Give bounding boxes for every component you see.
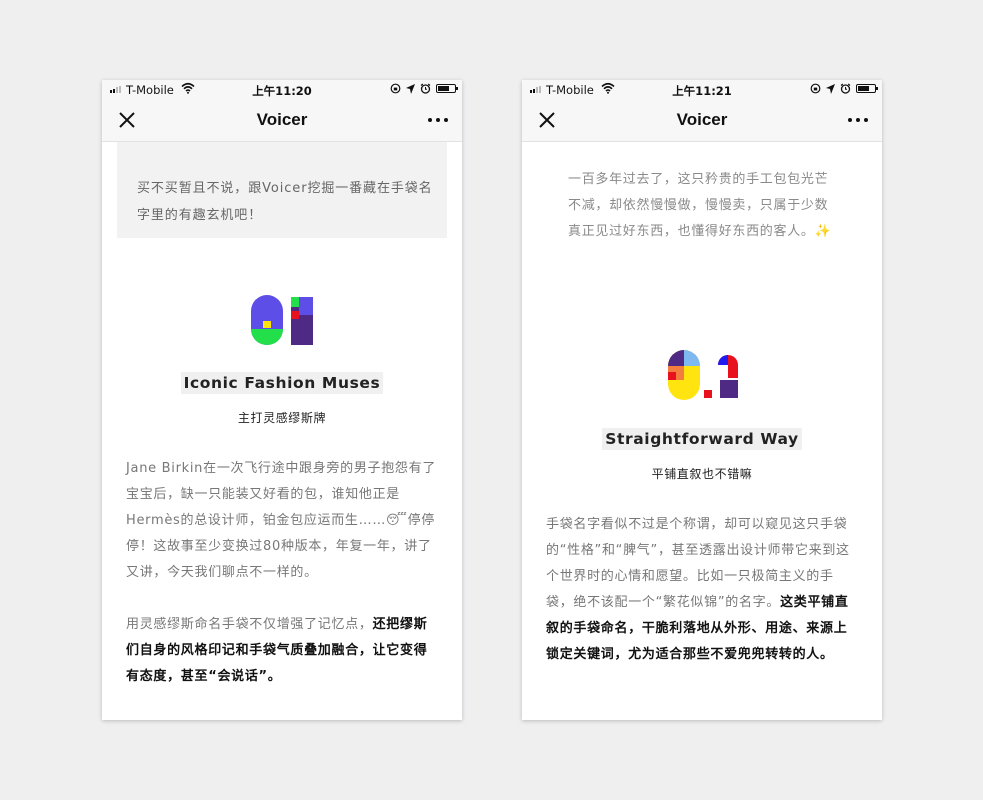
paragraph-1: Jane Birkin在一次飞行途中跟身旁的男子抱怨有了宝宝后，缺一只能装又好看… [126, 461, 437, 580]
location-icon [826, 83, 835, 94]
intro-text: 买不买暂且不说，跟Voicer挖掘一番藏在手袋名字里的有趣玄机吧！ [137, 181, 433, 223]
phone-screen-1: T-Mobile 上午11:20 Voicer 买不买暂且不说，跟Voicer挖… [102, 80, 462, 720]
nav-bar: Voicer [522, 100, 882, 142]
paragraph-1: 手袋名字看似不过是个称谓，却可以窥见这只手袋的“性格”和“脾气”，甚至透露出设计… [546, 512, 860, 668]
alarm-icon [840, 83, 851, 94]
lock-rotation-icon [390, 83, 401, 94]
alarm-icon [420, 83, 431, 94]
battery-icon [436, 84, 458, 93]
location-icon [406, 83, 415, 94]
section-title-en: Iconic Fashion Muses [180, 372, 384, 394]
lock-rotation-icon [810, 83, 821, 94]
battery-icon [856, 84, 878, 93]
article-content: 买不买暂且不说，跟Voicer挖掘一番藏在手袋名字里的有趣玄机吧！ Iconic… [102, 142, 462, 720]
section-title-zh: 主打灵感缪斯牌 [237, 411, 327, 425]
section-title-en: Straightforward Way [602, 428, 802, 450]
article-content: 一百多年过去了，这只矜贵的手工包包光芒不减，却依然慢慢做，慢慢卖，只属于少数真正… [522, 142, 882, 720]
phone-screen-2: T-Mobile 上午11:21 Voicer 一百多年过去了，这只矜贵的手工包… [522, 80, 882, 720]
intro-text: 一百多年过去了，这只矜贵的手工包包光芒不减，却依然慢慢做，慢慢卖，只属于少数真正… [568, 172, 832, 239]
more-icon[interactable] [428, 118, 448, 122]
intro-quote: 买不买暂且不说，跟Voicer挖掘一番藏在手袋名字里的有趣玄机吧！ [117, 142, 447, 238]
paragraph-2: 用灵感缪斯命名手袋不仅增强了记忆点，还把缪斯们自身的风格印记和手袋气质叠加融合，… [126, 612, 440, 690]
section-number-02-graphic [668, 350, 738, 400]
nav-bar: Voicer [102, 100, 462, 142]
nav-title: Voicer [676, 110, 728, 129]
section-number-01-graphic [251, 295, 313, 345]
section-title-zh: 平铺直叙也不错嘛 [651, 467, 753, 481]
nav-title: Voicer [256, 110, 308, 129]
status-bar: T-Mobile 上午11:20 [102, 80, 462, 100]
status-bar: T-Mobile 上午11:21 [522, 80, 882, 100]
more-icon[interactable] [848, 118, 868, 122]
paragraph-2-normal: 用灵感缪斯命名手袋不仅增强了记忆点， [126, 617, 373, 632]
